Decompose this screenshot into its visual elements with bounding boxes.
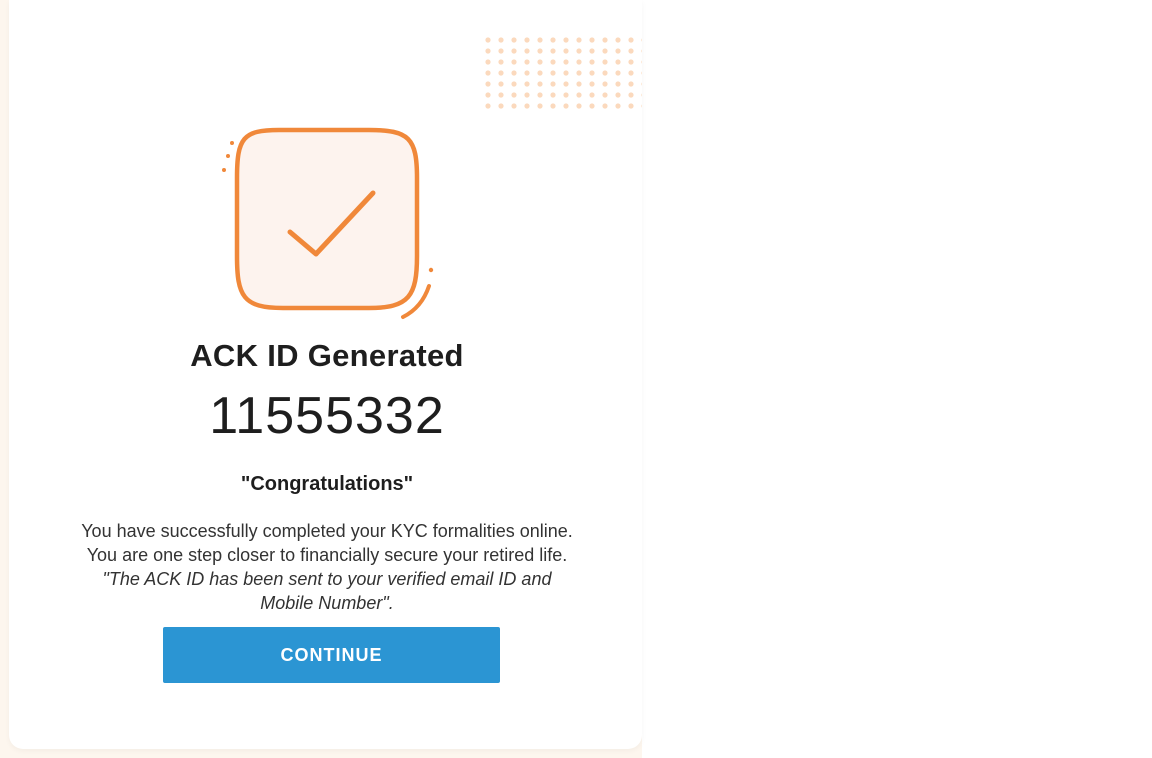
- ack-id-value: 11555332: [209, 387, 445, 445]
- message-line-1: You have successfully completed your KYC…: [81, 521, 573, 541]
- continue-button[interactable]: CONTINUE: [163, 627, 500, 683]
- message-line-2: You are one step closer to financially s…: [86, 545, 568, 565]
- congratulations-heading: "Congratulations": [240, 473, 414, 495]
- checkmark-icon: [222, 127, 434, 319]
- notification-note: "The ACK ID has been sent to your verifi…: [102, 569, 552, 613]
- dot-pattern-decoration: [485, 37, 642, 109]
- page-title: ACK ID Generated: [190, 338, 464, 373]
- success-message: You have successfully completed your KYC…: [77, 519, 577, 615]
- success-card: ACK ID Generated 11555332 "Congratulatio…: [9, 0, 642, 749]
